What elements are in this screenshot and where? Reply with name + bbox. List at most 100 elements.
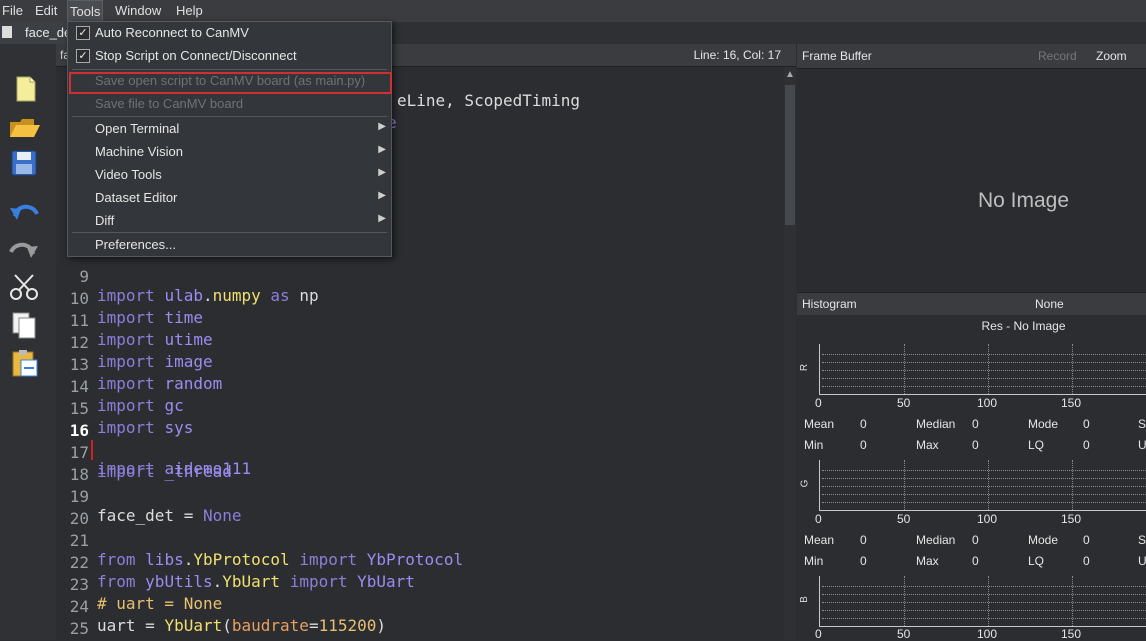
code-line: 26 xyxy=(56,622,784,640)
new-file-icon[interactable] xyxy=(7,74,41,104)
code-line: 13 import random xyxy=(56,336,784,393)
histogram-resolution: Res - No Image xyxy=(981,319,1066,333)
menu-item-stop-script[interactable]: ✓ Stop Script on Connect/Disconnect xyxy=(68,45,391,67)
code-line: 24 uart = YbUart(baudrate=115200) xyxy=(56,578,784,635)
stat-label: S xyxy=(1138,417,1146,431)
open-folder-icon[interactable] xyxy=(7,112,41,142)
channel-label-g: G xyxy=(799,479,811,488)
stat-label: Max xyxy=(916,554,939,568)
stat-label: Max xyxy=(916,438,939,452)
no-image-text: No Image xyxy=(977,189,1070,212)
menu-help[interactable]: Help xyxy=(176,3,203,18)
menu-item-open-terminal[interactable]: Open Terminal ▶ xyxy=(68,118,391,140)
channel-label-b: B xyxy=(798,596,810,603)
submenu-arrow-icon: ▶ xyxy=(378,190,386,201)
code-line: 19 face_det = None xyxy=(56,468,784,525)
code-line: 15 import sys xyxy=(56,380,784,437)
code-line: 22 from ybUtils.YbUart import YbUart xyxy=(56,534,784,591)
submenu-arrow-icon: ▶ xyxy=(378,121,386,132)
python-file-icon xyxy=(2,26,12,38)
menu-item-machine-vision[interactable]: Machine Vision ▶ xyxy=(68,141,391,163)
code-line: 25 pto = YbProtocol() xyxy=(56,600,784,640)
channel-label-r: R xyxy=(799,363,811,372)
menu-edit[interactable]: Edit xyxy=(35,3,57,18)
stat-label: Mode xyxy=(1028,417,1059,431)
stat-value: 0 xyxy=(972,533,979,547)
checkbox-checked-icon[interactable]: ✓ xyxy=(76,26,90,40)
x-tick: 150 xyxy=(1061,627,1082,641)
submenu-arrow-icon: ▶ xyxy=(378,144,386,155)
file-tab[interactable]: face_de xyxy=(0,22,71,44)
menu-item-label: Stop Script on Connect/Disconnect xyxy=(95,48,297,63)
stat-value: 0 xyxy=(972,438,979,452)
code-line: 20 xyxy=(56,490,784,528)
code-line: 10 import time xyxy=(56,270,784,327)
stat-value: 0 xyxy=(1083,417,1090,431)
x-tick: 50 xyxy=(897,396,911,410)
stat-label: Mean xyxy=(804,533,835,547)
menu-separator xyxy=(72,116,387,117)
cursor-position: Line: 16, Col: 17 xyxy=(693,48,781,62)
submenu-arrow-icon: ▶ xyxy=(378,213,386,224)
undo-icon[interactable] xyxy=(7,196,41,226)
paste-icon[interactable] xyxy=(7,348,41,378)
code-line: 17 import _thread xyxy=(56,424,784,481)
editor-scrollbar[interactable]: ▲ xyxy=(784,67,796,640)
x-tick: 50 xyxy=(897,627,911,641)
menu-item-label: Machine Vision xyxy=(95,144,183,159)
frame-buffer-header: Frame Buffer Record Zoom xyxy=(797,44,1146,69)
copy-icon[interactable] xyxy=(7,310,41,340)
menu-item-diff[interactable]: Diff ▶ xyxy=(68,210,391,232)
menu-item-video-tools[interactable]: Video Tools ▶ xyxy=(68,164,391,186)
stat-label: Median xyxy=(916,533,956,547)
save-icon[interactable] xyxy=(7,148,41,178)
redo-icon[interactable] xyxy=(7,234,41,264)
menu-tools[interactable]: Tools xyxy=(67,0,104,22)
left-toolbar xyxy=(0,44,57,640)
stat-label: LQ xyxy=(1028,554,1045,568)
menu-item-auto-reconnect[interactable]: ✓ Auto Reconnect to CanMV xyxy=(68,22,391,44)
checkbox-checked-icon[interactable]: ✓ xyxy=(76,49,90,63)
scroll-up-icon[interactable]: ▲ xyxy=(784,69,796,80)
histogram-colorspace-select[interactable]: None xyxy=(1035,297,1064,311)
record-button[interactable]: Record xyxy=(1038,49,1077,63)
x-tick: 150 xyxy=(1061,512,1082,526)
x-tick: 50 xyxy=(897,512,911,526)
stat-value: 0 xyxy=(972,554,979,568)
histogram-plot-g xyxy=(819,460,1146,511)
stat-value: 0 xyxy=(860,533,867,547)
zoom-button[interactable]: Zoom xyxy=(1096,49,1127,63)
menu-item-label: Preferences... xyxy=(95,237,176,252)
stat-label: Mode xyxy=(1028,533,1059,547)
stat-value: 0 xyxy=(972,417,979,431)
x-tick: 100 xyxy=(977,396,998,410)
code-line: 23 # uart = None xyxy=(56,556,784,613)
code-line-current: 16 import aidemo111 xyxy=(56,402,784,478)
histogram-title: Histogram xyxy=(802,297,857,311)
menu-item-label: Auto Reconnect to CanMV xyxy=(95,25,249,40)
stat-value: 0 xyxy=(1083,533,1090,547)
menu-window[interactable]: Window xyxy=(115,3,161,18)
stat-value: 0 xyxy=(860,554,867,568)
code-line: 12 import image xyxy=(56,314,784,371)
stat-label: S xyxy=(1138,533,1146,547)
menu-item-label: Video Tools xyxy=(95,167,162,182)
histogram-header: Histogram None xyxy=(797,292,1146,315)
x-tick: 0 xyxy=(815,396,822,410)
tools-menu-dropdown: ✓ Auto Reconnect to CanMV ✓ Stop Script … xyxy=(67,21,392,257)
menu-item-dataset-editor[interactable]: Dataset Editor ▶ xyxy=(68,187,391,209)
scrollbar-thumb[interactable] xyxy=(785,85,795,225)
cut-icon[interactable] xyxy=(7,272,41,302)
frame-buffer-view: No Image xyxy=(797,69,1146,291)
stat-value: 0 xyxy=(860,438,867,452)
menu-file[interactable]: File xyxy=(2,3,23,18)
stat-value: 0 xyxy=(1083,438,1090,452)
menu-separator xyxy=(72,232,387,233)
right-panel: Frame Buffer Record Zoom No Image Histog… xyxy=(797,44,1146,641)
menu-item-preferences[interactable]: Preferences... xyxy=(68,234,391,256)
x-tick: 100 xyxy=(977,627,998,641)
stat-label: LQ xyxy=(1028,438,1045,452)
code-line: 14 import gc xyxy=(56,358,784,415)
menu-item-label: Save file to CanMV board xyxy=(95,96,244,111)
menu-bar: File Edit Tools Window Help xyxy=(0,0,1146,22)
